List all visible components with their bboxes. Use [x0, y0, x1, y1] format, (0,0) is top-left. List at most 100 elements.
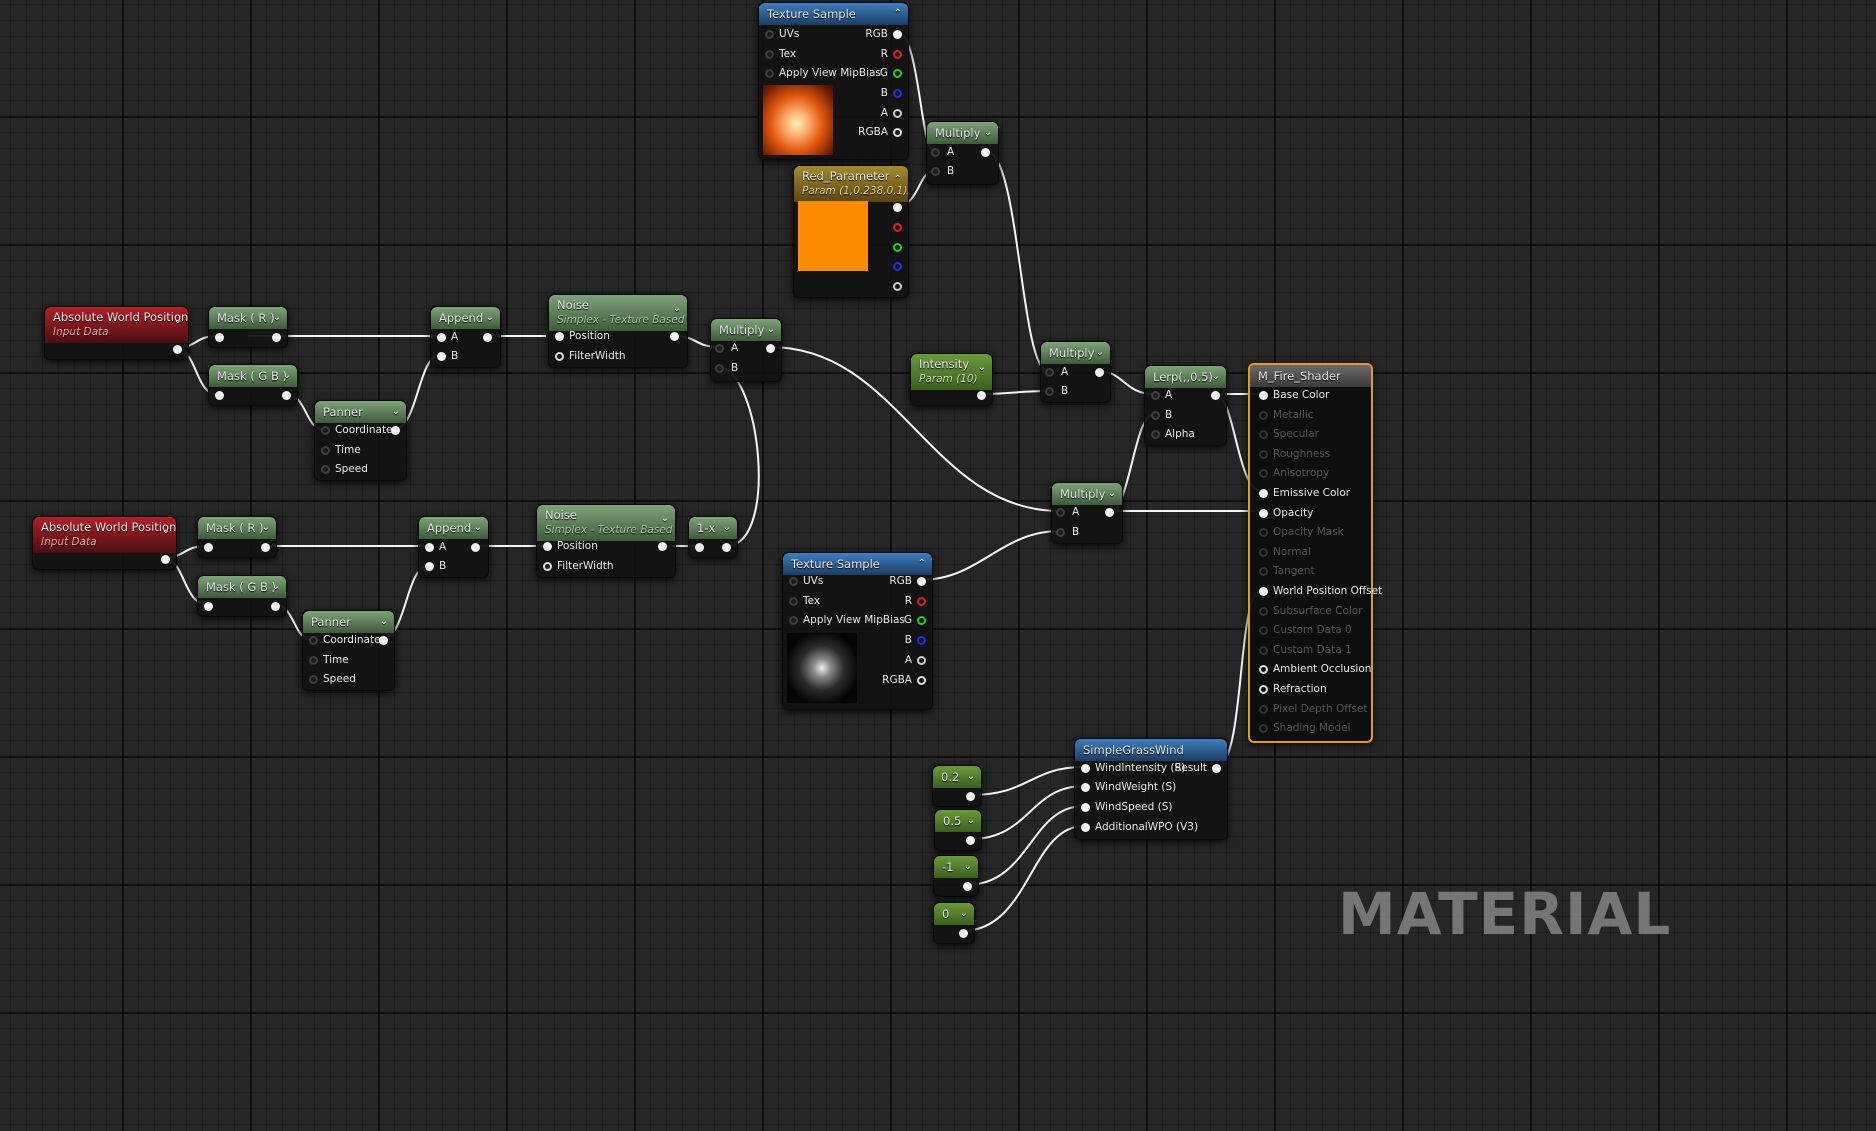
chevron-down-icon[interactable]: ⌄: [474, 517, 482, 539]
output-pin[interactable]: [161, 555, 170, 564]
input-pin-pixel-depth-offset[interactable]: [1259, 705, 1268, 714]
input-pin-a[interactable]: [715, 344, 724, 353]
chevron-down-icon[interactable]: ⌄: [1108, 483, 1116, 505]
chevron-down-icon[interactable]: ⌄: [767, 319, 775, 341]
output-pin[interactable]: [977, 391, 986, 400]
input-pin-position[interactable]: [555, 332, 564, 341]
input-pin-b[interactable]: [437, 352, 446, 361]
lerp-node[interactable]: Lerp(,,0.5) ⌄ A B Alpha: [1144, 365, 1227, 446]
chevron-down-icon[interactable]: ⌄: [964, 856, 972, 878]
chevron-down-icon[interactable]: ⌄: [392, 401, 400, 423]
red-parameter-node[interactable]: Red_Parameter Param (1,0.238,0,1) ⌃: [793, 165, 909, 298]
noise-node[interactable]: Noise Simplex - Texture Based ⌄ Position F…: [548, 294, 688, 368]
absolute-world-position-node[interactable]: Absolute World Position Input Data ⌄: [44, 306, 189, 360]
input-pin-time[interactable]: [321, 446, 330, 455]
output-pin-rgb[interactable]: [893, 30, 902, 39]
output-pin-r[interactable]: [893, 50, 902, 59]
output-pin-r[interactable]: [893, 223, 902, 232]
output-pin-r[interactable]: [917, 597, 926, 606]
output-pin[interactable]: [261, 543, 270, 552]
input-pin-uvs[interactable]: [789, 577, 798, 586]
output-pin-a[interactable]: [893, 109, 902, 118]
input-pin-coordinate[interactable]: [309, 636, 318, 645]
output-pin[interactable]: [1105, 508, 1114, 517]
output-pin[interactable]: [391, 426, 400, 435]
input-pin-b[interactable]: [931, 167, 940, 176]
texture-sample-node[interactable]: Texture Sample ⌃ UVs Tex Apply View MipBi…: [782, 552, 933, 710]
output-pin[interactable]: [766, 344, 775, 353]
input-pin-windspeed[interactable]: [1081, 803, 1090, 812]
texture-sample-node[interactable]: Texture Sample ⌃ UVs Tex Apply View MipBi…: [758, 2, 909, 160]
output-pin[interactable]: [271, 602, 280, 611]
constant-node[interactable]: 0.5 ⌄: [934, 809, 982, 851]
chevron-down-icon[interactable]: ⌄: [273, 307, 281, 329]
chevron-down-icon[interactable]: ⌄: [486, 307, 494, 329]
input-pin-specular[interactable]: [1259, 430, 1268, 439]
input-pin-time[interactable]: [309, 656, 318, 665]
output-pin-a[interactable]: [917, 656, 926, 665]
input-pin[interactable]: [204, 602, 213, 611]
output-pin[interactable]: [282, 391, 291, 400]
input-pin-mipbias[interactable]: [765, 69, 774, 78]
input-pin-normal[interactable]: [1259, 548, 1268, 557]
output-pin[interactable]: [483, 333, 492, 342]
chevron-down-icon[interactable]: ⌄: [984, 122, 992, 144]
input-pin-mipbias[interactable]: [789, 616, 798, 625]
input-pin-speed[interactable]: [321, 465, 330, 474]
output-pin-b[interactable]: [893, 262, 902, 271]
input-pin-b[interactable]: [1151, 411, 1160, 420]
input-pin-speed[interactable]: [309, 675, 318, 684]
mask-r-node[interactable]: Mask ( R ) ⌄: [197, 516, 277, 558]
chevron-down-icon[interactable]: ⌄: [960, 903, 968, 925]
input-pin-world-position-offset[interactable]: [1259, 587, 1268, 596]
output-pin[interactable]: [173, 345, 182, 354]
chevron-down-icon[interactable]: ⌄: [673, 301, 681, 316]
input-pin-alpha[interactable]: [1151, 430, 1160, 439]
panner-node[interactable]: Panner ⌄ Coordinate Time Speed: [302, 610, 395, 691]
output-pin[interactable]: [966, 792, 975, 801]
input-pin-opacity[interactable]: [1259, 509, 1268, 518]
multiply-node[interactable]: Multiply ⌄ A B: [1040, 341, 1111, 403]
output-pin-b[interactable]: [893, 89, 902, 98]
output-pin-rgba[interactable]: [893, 128, 902, 137]
noise-node[interactable]: Noise Simplex - Texture Based ⌄ Position F…: [536, 504, 676, 578]
input-pin[interactable]: [215, 391, 224, 400]
output-pin-g[interactable]: [917, 616, 926, 625]
chevron-down-icon[interactable]: ⌄: [1212, 366, 1220, 388]
input-pin-ambient-occlusion[interactable]: [1259, 665, 1268, 674]
input-pin-coordinate[interactable]: [321, 426, 330, 435]
output-pin[interactable]: [722, 543, 731, 552]
input-pin-a[interactable]: [1045, 368, 1054, 377]
mask-r-node[interactable]: Mask ( R ) ⌄: [208, 306, 288, 348]
input-pin-b[interactable]: [1045, 387, 1054, 396]
output-pin[interactable]: [670, 332, 679, 341]
input-pin-custom-data-1[interactable]: [1259, 646, 1268, 655]
input-pin-filterwidth[interactable]: [555, 352, 564, 361]
output-pin[interactable]: [1095, 368, 1104, 377]
constant-node[interactable]: 0 ⌄: [933, 902, 975, 944]
input-pin[interactable]: [215, 333, 224, 342]
output-pin-rgb[interactable]: [917, 577, 926, 586]
mask-gb-node[interactable]: Mask ( G B ) ⌄: [208, 364, 298, 406]
constant-node[interactable]: -1 ⌄: [933, 855, 979, 897]
collapse-chevron-icon[interactable]: ⌃: [894, 3, 902, 25]
input-pin-tex[interactable]: [789, 597, 798, 606]
chevron-down-icon[interactable]: ⌄: [283, 365, 291, 387]
input-pin-additionalwpo[interactable]: [1081, 823, 1090, 832]
multiply-node[interactable]: Multiply ⌄ A B: [710, 318, 782, 382]
absolute-world-position-node[interactable]: Absolute World Position Input Data ⌄: [32, 516, 177, 570]
collapse-chevron-icon[interactable]: ⌃: [894, 172, 902, 187]
output-pin-rgba[interactable]: [917, 676, 926, 685]
chevron-down-icon[interactable]: ⌄: [262, 517, 270, 539]
input-pin-b[interactable]: [425, 562, 434, 571]
input-pin-base-color[interactable]: [1259, 391, 1268, 400]
output-pin[interactable]: [658, 542, 667, 551]
input-pin-b[interactable]: [1056, 528, 1065, 537]
output-pin[interactable]: [981, 148, 990, 157]
input-pin-anisotropy[interactable]: [1259, 469, 1268, 478]
chevron-down-icon[interactable]: ⌄: [380, 611, 388, 633]
material-output-node[interactable]: M_Fire_Shader Base Color Metallic Specul…: [1248, 363, 1382, 743]
input-pin-filterwidth[interactable]: [543, 562, 552, 571]
input-pin-a[interactable]: [425, 543, 434, 552]
output-pin[interactable]: [272, 333, 281, 342]
